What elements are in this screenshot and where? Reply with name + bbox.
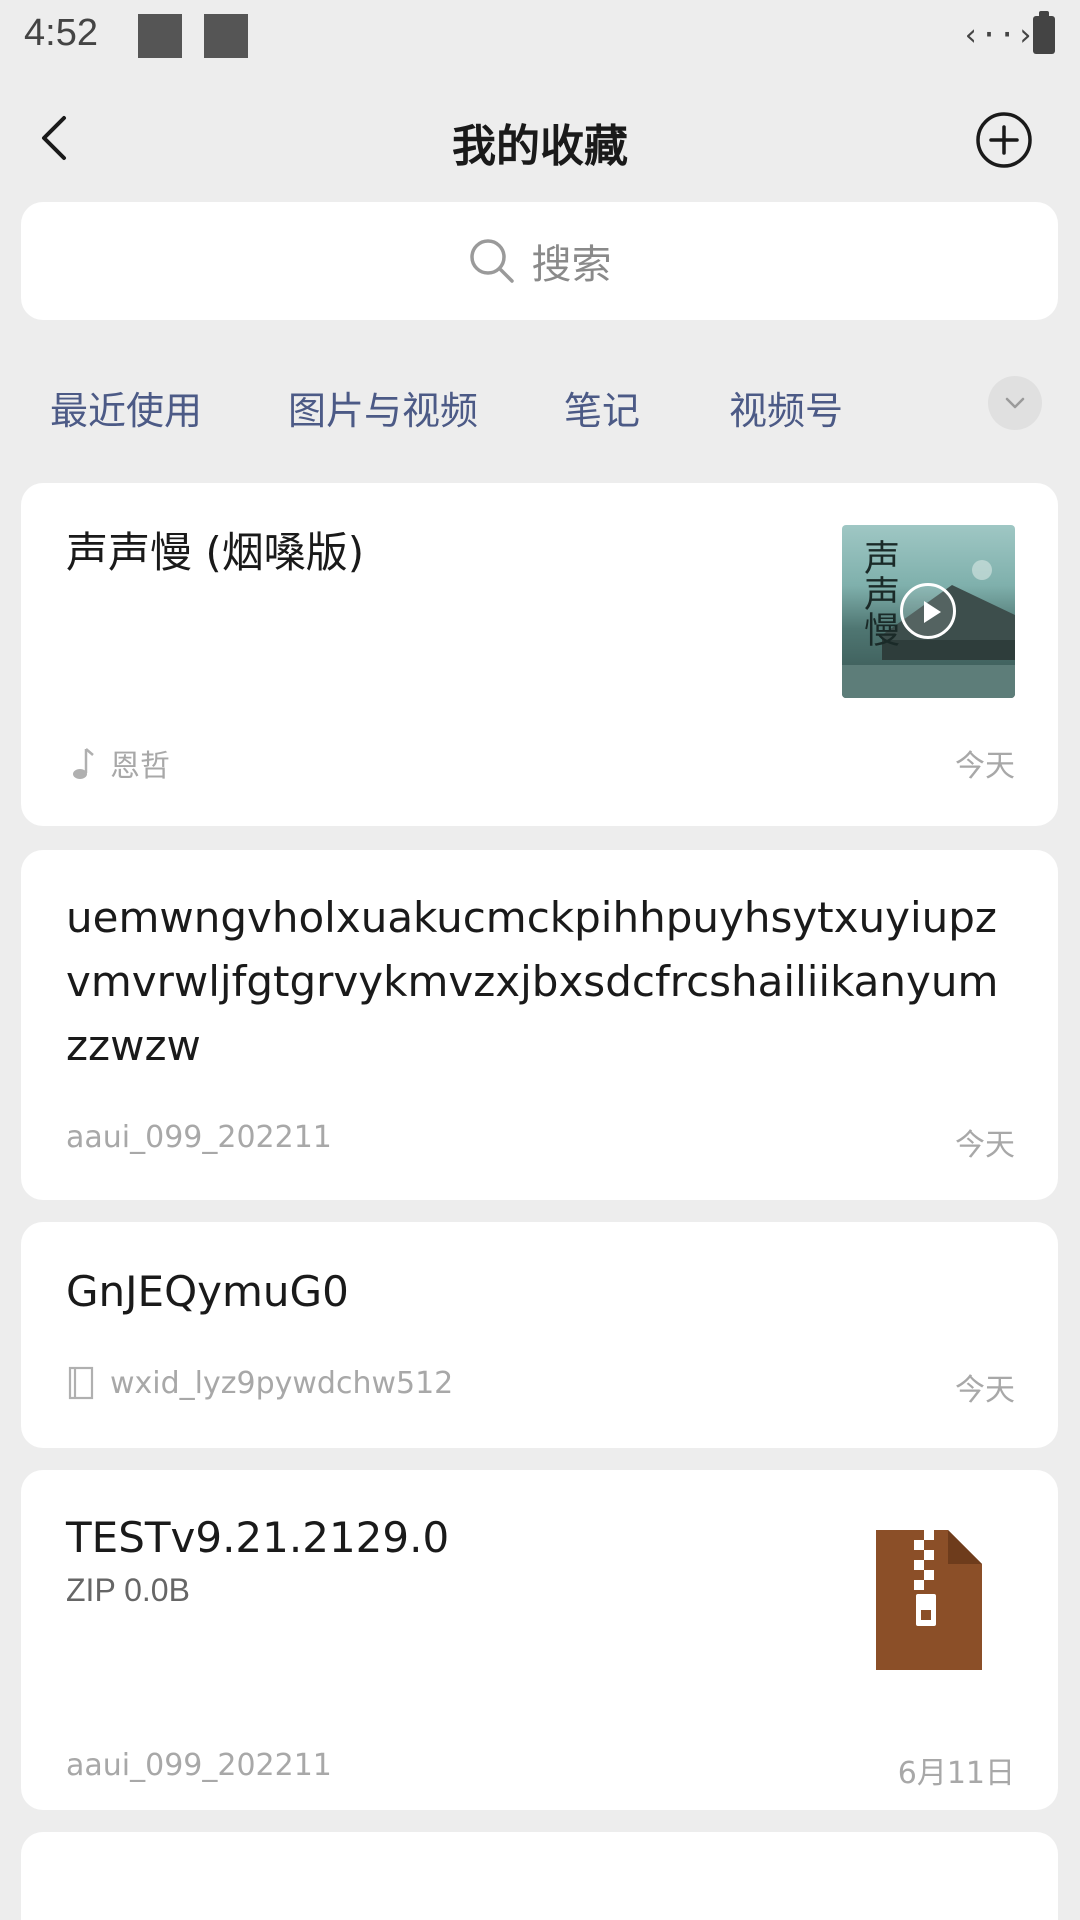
search-icon (469, 239, 514, 283)
favorite-item-text[interactable]: uemwngvholxuakucmckpihhpuyhsytxuyiupzvmv… (21, 850, 1058, 1200)
favorite-item-music[interactable]: 声声慢 (烟嗓版) 声声慢 恩哲 今天 (21, 483, 1058, 826)
battery-icon (1033, 11, 1055, 54)
note-icon (68, 1366, 94, 1400)
item-date: 今天 (955, 749, 1015, 784)
search-input[interactable]: 搜索 (21, 202, 1058, 320)
favorite-item-partial[interactable] (21, 1832, 1058, 1920)
item-source: aaui_099_202211 (66, 1748, 332, 1783)
tab-recent[interactable]: 最近使用 (50, 380, 202, 435)
play-icon (900, 583, 956, 639)
header: 我的收藏 (0, 80, 1080, 200)
music-thumbnail: 声声慢 (842, 525, 1015, 698)
status-bar: 4:52 ‹··› (0, 0, 1080, 74)
status-time: 4:52 (24, 12, 98, 54)
expand-tabs-button[interactable] (988, 376, 1042, 430)
item-title: GnJEQymuG0 (66, 1267, 349, 1316)
data-transfer-icon: ‹··› (962, 18, 1035, 53)
tab-channels[interactable]: 视频号 (729, 380, 843, 435)
chevron-down-icon (1005, 397, 1025, 409)
search-placeholder: 搜索 (531, 242, 612, 288)
tab-photos-videos[interactable]: 图片与视频 (288, 380, 478, 435)
zip-file-icon (876, 1530, 982, 1670)
item-date: 6月11日 (897, 1756, 1015, 1791)
category-tabs: 最近使用 图片与视频 笔记 视频号 (0, 370, 1080, 440)
item-source: 恩哲 (66, 741, 170, 785)
notification-icon (204, 14, 248, 58)
favorite-item-note[interactable]: GnJEQymuG0 wxid_lyz9pywdchw512 今天 (21, 1222, 1058, 1448)
item-date: 今天 (955, 1128, 1015, 1163)
search-inner: 搜索 (468, 232, 612, 290)
page-title: 我的收藏 (452, 121, 628, 172)
item-title: TESTv9.21.2129.0 (66, 1513, 450, 1562)
notification-icon (138, 14, 182, 58)
source-name: wxid_lyz9pywdchw512 (110, 1365, 454, 1401)
item-date: 今天 (955, 1373, 1015, 1408)
source-name: aaui_099_202211 (66, 1120, 332, 1155)
item-title: 声声慢 (烟嗓版) (66, 528, 365, 577)
item-source: aaui_099_202211 (66, 1120, 332, 1155)
favorite-item-file[interactable]: TESTv9.21.2129.0 ZIP 0.0B aaui_099_20221… (21, 1470, 1058, 1810)
source-name: aaui_099_202211 (66, 1748, 332, 1783)
music-note-icon (73, 748, 94, 779)
file-info: ZIP 0.0B (66, 1572, 190, 1608)
item-title: uemwngvholxuakucmckpihhpuyhsytxuyiupzvmv… (66, 893, 999, 1070)
plus-circle-icon (976, 112, 1032, 168)
add-button[interactable] (974, 110, 1034, 170)
source-name: 恩哲 (110, 749, 170, 784)
thumbnail-text: 声声慢 (858, 539, 899, 647)
item-source: wxid_lyz9pywdchw512 (66, 1365, 453, 1401)
tab-notes[interactable]: 笔记 (564, 380, 640, 435)
